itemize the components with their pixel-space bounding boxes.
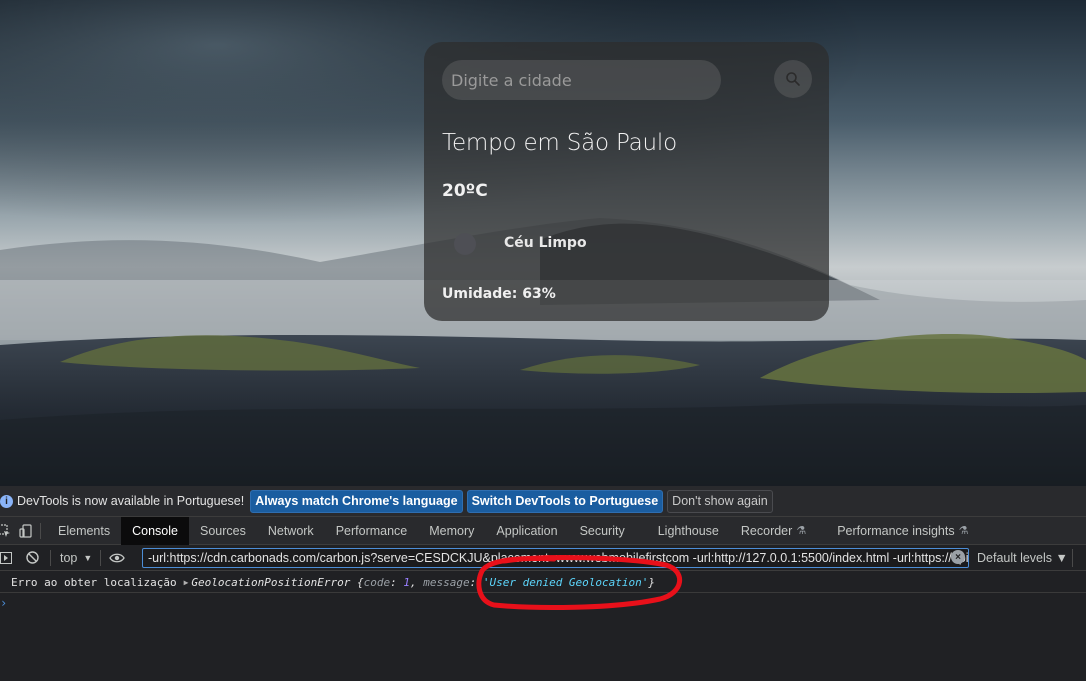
devtools-tabbar: Elements Console Sources Network Perform…	[0, 516, 1086, 545]
code-value: 1	[403, 575, 410, 589]
weather-card: Tempo em São Paulo 20ºC Céu Limpo Umidad…	[424, 42, 829, 321]
weather-description: Céu Limpo	[504, 235, 587, 251]
toolbar-separator	[100, 549, 102, 566]
weather-condition-icon	[454, 233, 476, 255]
always-match-language-button[interactable]: Always match Chrome's language	[250, 489, 463, 513]
message-value: 'User denied Geolocation'	[482, 575, 649, 589]
expand-triangle-icon[interactable]: ▶	[184, 578, 189, 587]
console-filter-input[interactable]: -url:https://cdn.carbonads.com/carbon.js…	[142, 548, 969, 568]
tab-memory[interactable]: Memory	[418, 517, 485, 545]
tab-sources[interactable]: Sources	[189, 517, 257, 545]
tab-network[interactable]: Network	[257, 517, 325, 545]
switch-to-portuguese-button[interactable]: Switch DevTools to Portuguese	[466, 489, 664, 513]
toolbar-separator	[50, 549, 51, 566]
live-expression-eye-icon[interactable]	[109, 550, 126, 566]
tab-console[interactable]: Console	[121, 516, 189, 545]
chevron-down-icon: ▼	[83, 552, 93, 563]
page-viewport: Tempo em São Paulo 20ºC Céu Limpo Umidad…	[0, 0, 1086, 486]
show-sidebar-icon[interactable]	[0, 550, 14, 566]
message-key: message	[423, 575, 470, 589]
code-key: code	[363, 575, 391, 589]
clear-console-icon[interactable]	[24, 550, 40, 566]
console-prompt-caret[interactable]: ›	[0, 596, 7, 610]
tab-security[interactable]: Security	[569, 517, 647, 545]
infobar-message: DevTools is now available in Portuguese!	[17, 494, 245, 508]
city-title: Tempo em São Paulo	[442, 130, 677, 156]
clear-filter-icon[interactable]: ×	[951, 550, 965, 564]
toolbar-separator	[1072, 549, 1073, 567]
tab-application[interactable]: Application	[485, 517, 568, 545]
tab-lighthouse[interactable]: Lighthouse	[647, 517, 730, 545]
console-toolbar: top ▼ -url:https://cdn.carbonads.com/car…	[0, 545, 1086, 571]
context-selector[interactable]: top	[60, 551, 77, 565]
search-icon	[786, 72, 800, 86]
console-message-text: Erro ao obter localização	[11, 575, 177, 589]
temperature-value: 20ºC	[442, 181, 488, 201]
console-message-row: Erro ao obter localização ▶ GeolocationP…	[0, 572, 1086, 593]
tab-elements[interactable]: Elements	[47, 517, 121, 545]
devtools-panel: i DevTools is now available in Portugues…	[0, 486, 1086, 681]
experimental-flask-icon: ⚗	[796, 525, 807, 537]
info-icon: i	[0, 494, 13, 508]
tab-separator	[40, 522, 41, 539]
device-toolbar-icon[interactable]	[18, 523, 34, 539]
city-search-input[interactable]	[442, 60, 721, 100]
dont-show-again-button[interactable]: Don't show again	[667, 489, 773, 513]
search-button[interactable]	[774, 60, 812, 98]
log-levels-dropdown[interactable]: Default levels ▼	[977, 551, 1068, 565]
language-infobar: i DevTools is now available in Portugues…	[0, 486, 1086, 517]
inspect-element-icon[interactable]	[0, 523, 12, 539]
tab-performance-insights[interactable]: Performance insights	[826, 517, 958, 545]
tab-performance[interactable]: Performance	[325, 517, 419, 545]
experimental-flask-icon: ⚗	[958, 525, 969, 537]
error-object-type[interactable]: GeolocationPositionError	[191, 576, 350, 589]
tab-recorder[interactable]: Recorder	[730, 517, 796, 545]
humidity-value: Umidade: 63%	[442, 286, 556, 302]
